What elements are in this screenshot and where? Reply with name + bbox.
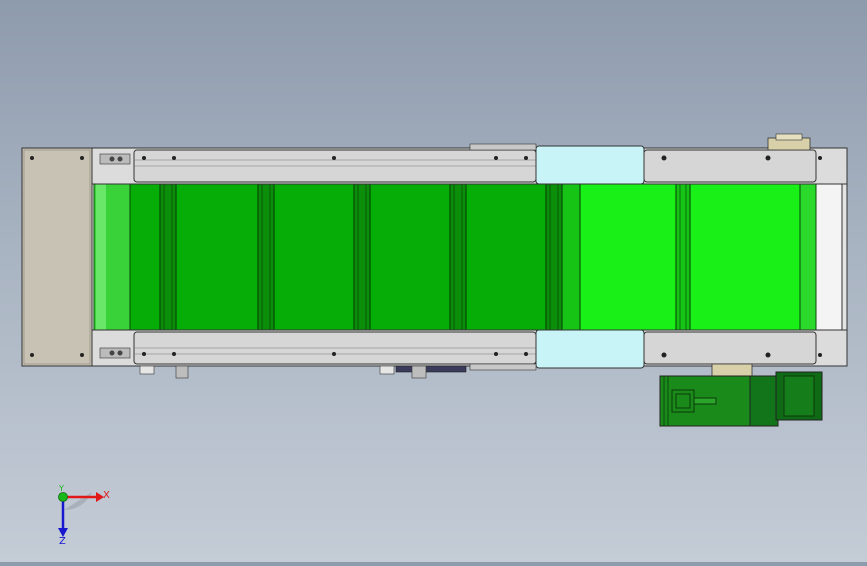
- cleat: [257, 183, 275, 331]
- cad-viewport[interactable]: X Y Z: [0, 0, 867, 562]
- top-side-rail: [91, 147, 848, 185]
- axis-triad: X Y Z: [58, 484, 110, 547]
- left-end-plate: [21, 147, 93, 367]
- y-axis-dot: [58, 492, 68, 502]
- top-bearing: [767, 133, 811, 151]
- cleat: [561, 183, 581, 331]
- bottom-guard-cover: [535, 329, 645, 369]
- drive-motor: [659, 363, 823, 427]
- conveyor-drawing: X Y Z: [21, 133, 848, 547]
- cleat: [545, 183, 563, 331]
- right-roller: [815, 169, 843, 343]
- belt-dark-section: [127, 183, 561, 331]
- top-guard-cover: [535, 145, 645, 185]
- y-axis-label: Y: [58, 484, 64, 493]
- cleat: [449, 183, 467, 331]
- cleat: [159, 183, 177, 331]
- z-axis-label: Z: [59, 536, 66, 547]
- cleat: [675, 183, 691, 331]
- cleat: [353, 183, 371, 331]
- x-axis-label: X: [103, 490, 110, 501]
